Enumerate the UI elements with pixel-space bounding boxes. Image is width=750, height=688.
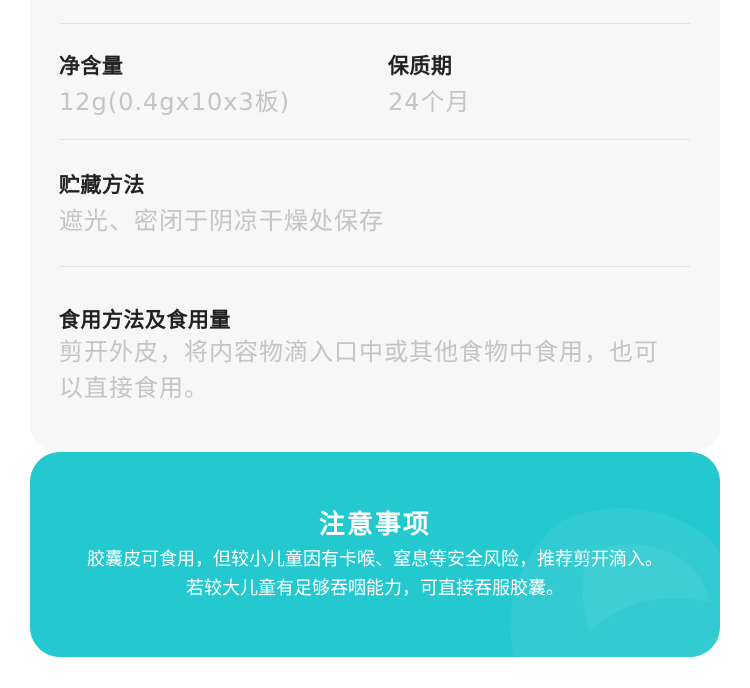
shelf-life-value: 24个月 xyxy=(388,88,471,116)
notice-text-line: 若较大儿童有足够吞咽能力，可直接吞服胶囊。 xyxy=(186,578,564,599)
notice-text-line: 胶囊皮可食用，但较小儿童因有卡喉、窒息等安全风险，推荐剪开滴入。 xyxy=(87,549,663,570)
divider xyxy=(60,23,690,24)
usage-label: 食用方法及食用量 xyxy=(59,308,231,332)
shelf-life-label: 保质期 xyxy=(388,54,453,78)
product-info-card: 净含量 12g(0.4gx10x3板) 保质期 24个月 贮藏方法 遮光、密闭于… xyxy=(30,0,720,450)
divider xyxy=(60,139,690,140)
usage-value: 剪开外皮，将内容物滴入口中或其他食物中食用，也可以直接食用。 xyxy=(59,338,659,402)
divider xyxy=(60,266,690,267)
notice-card: 注意事项 胶囊皮可食用，但较小儿童因有卡喉、窒息等安全风险，推荐剪开滴入。 若较… xyxy=(30,452,720,657)
notice-title: 注意事项 xyxy=(318,510,431,540)
net-content-value: 12g(0.4gx10x3板) xyxy=(59,88,291,116)
storage-label: 贮藏方法 xyxy=(59,173,145,197)
storage-value: 遮光、密闭于阴凉干燥处保存 xyxy=(59,207,384,235)
net-content-label: 净含量 xyxy=(59,54,124,78)
